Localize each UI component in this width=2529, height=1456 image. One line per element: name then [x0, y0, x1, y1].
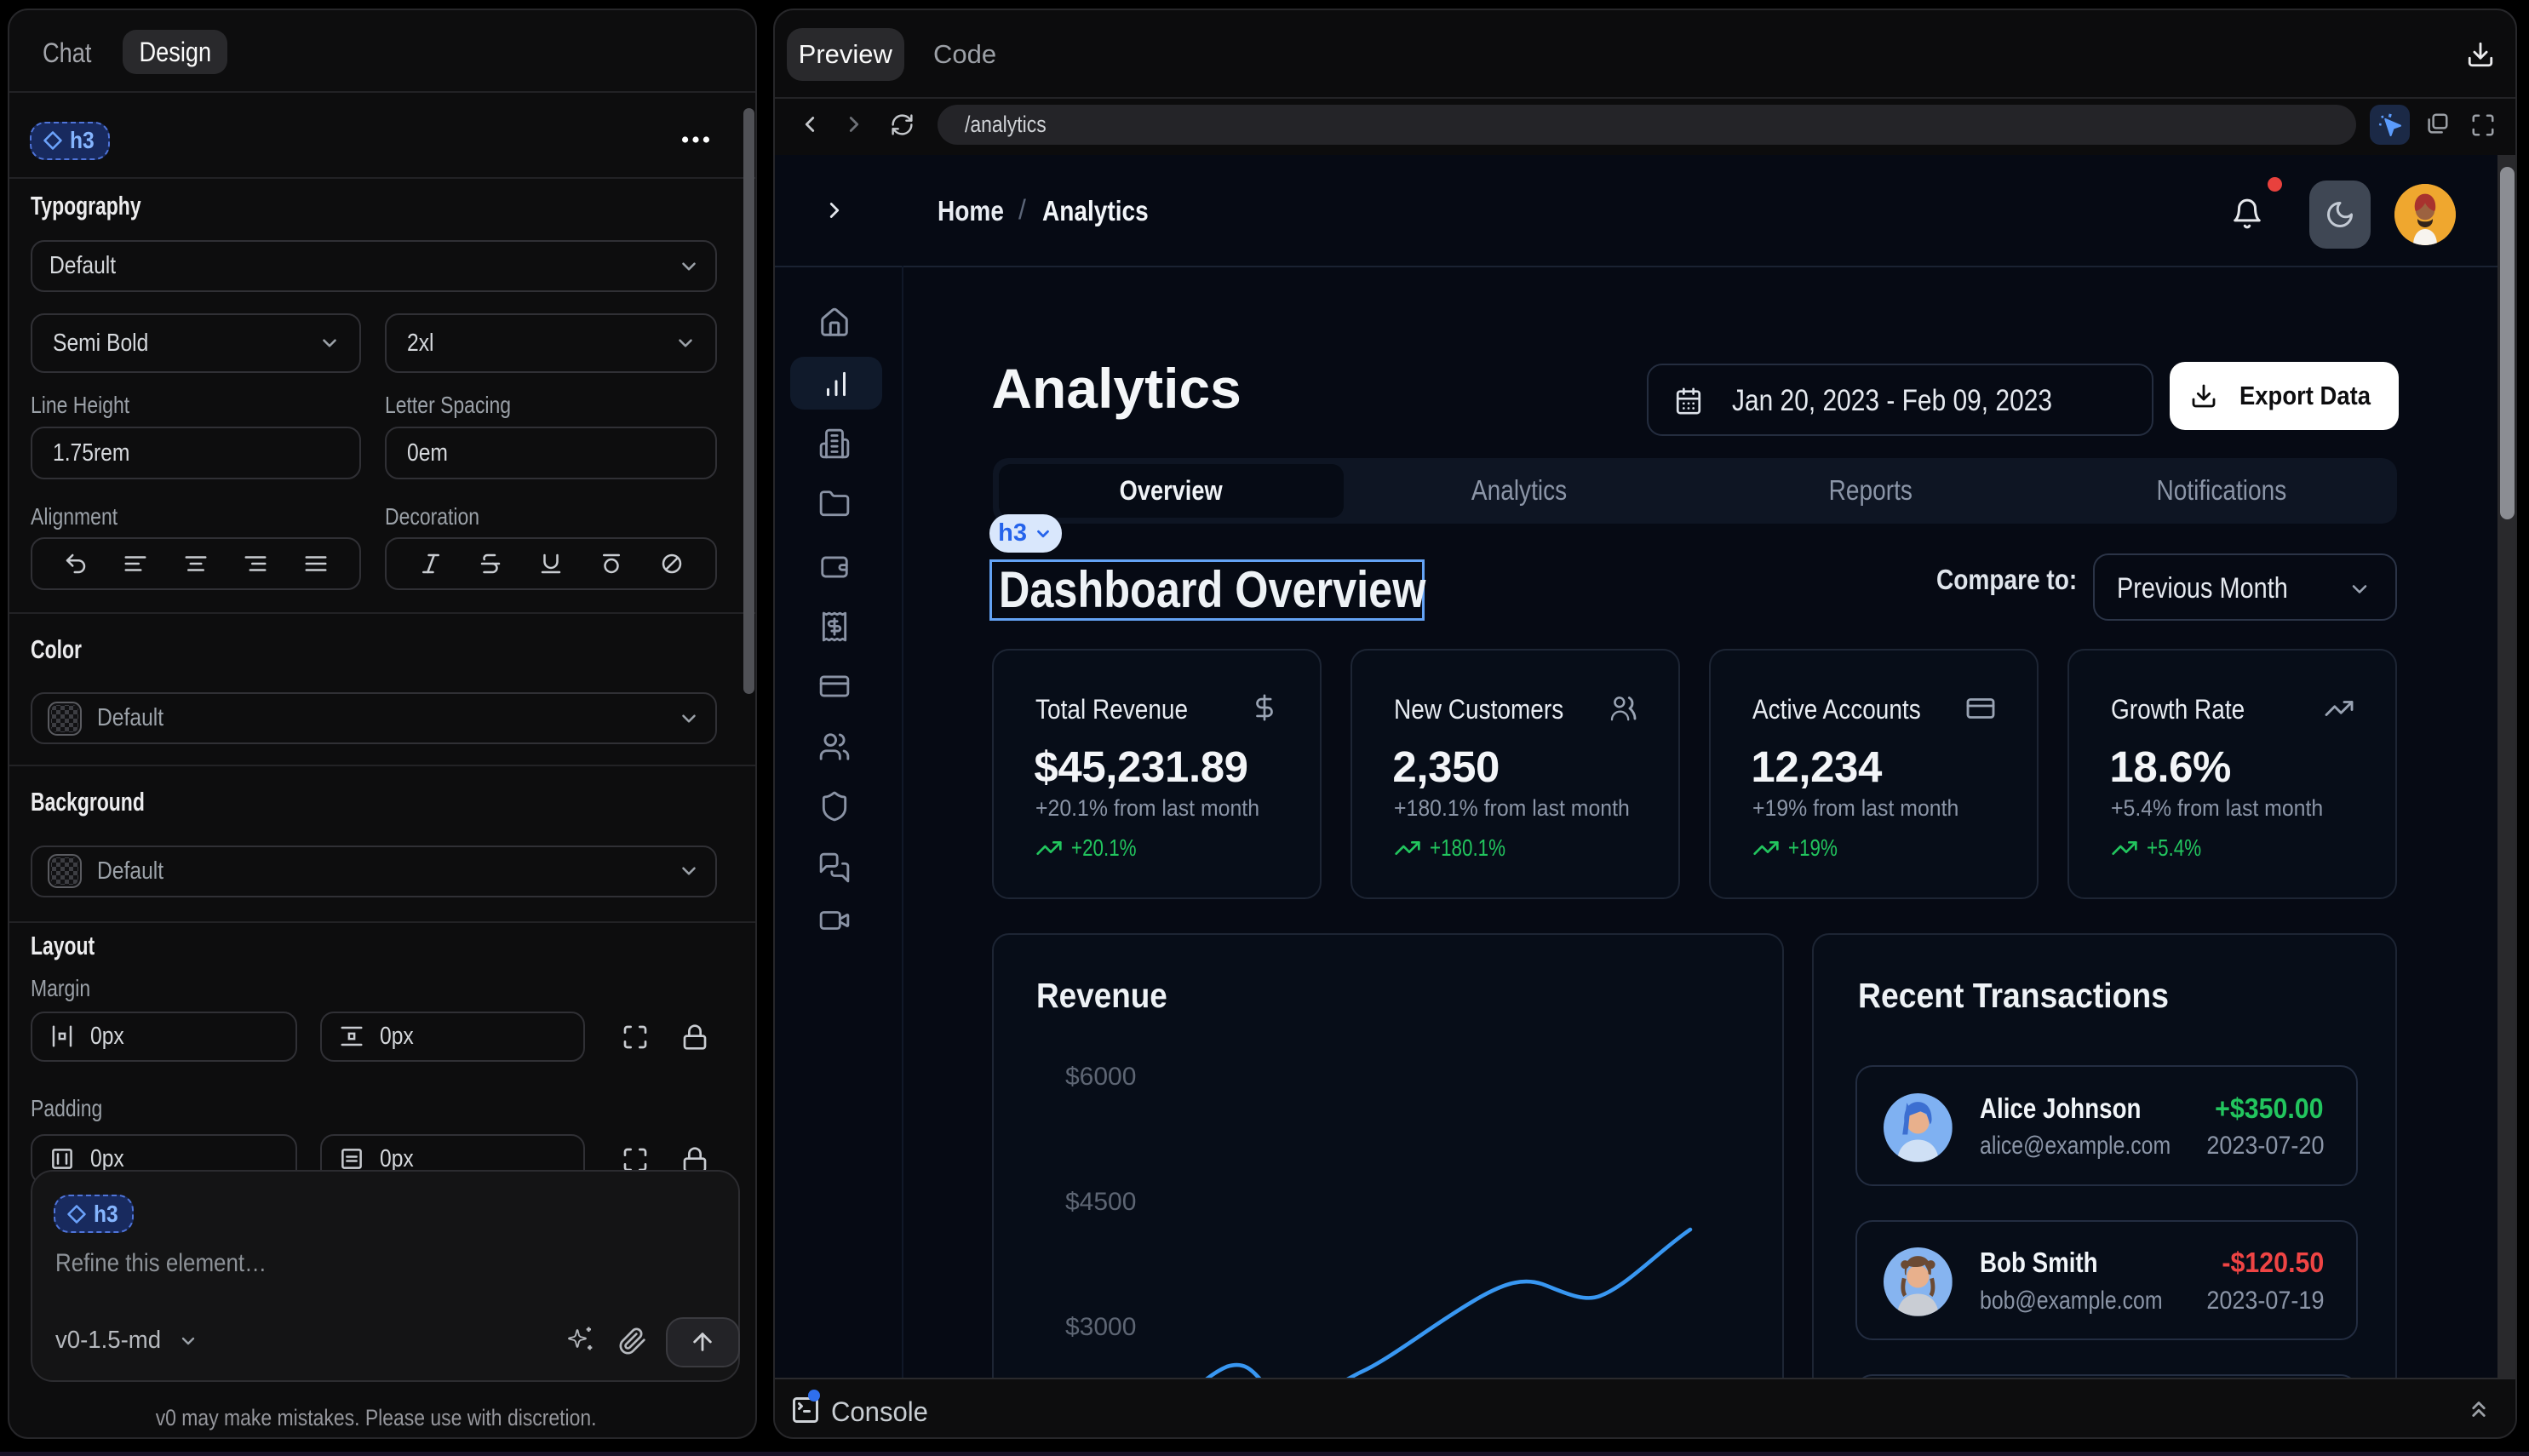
svg-text:$4500: $4500	[1065, 1188, 1136, 1216]
svg-text:$6000: $6000	[1065, 1063, 1136, 1091]
svg-text:$3000: $3000	[1065, 1313, 1136, 1341]
